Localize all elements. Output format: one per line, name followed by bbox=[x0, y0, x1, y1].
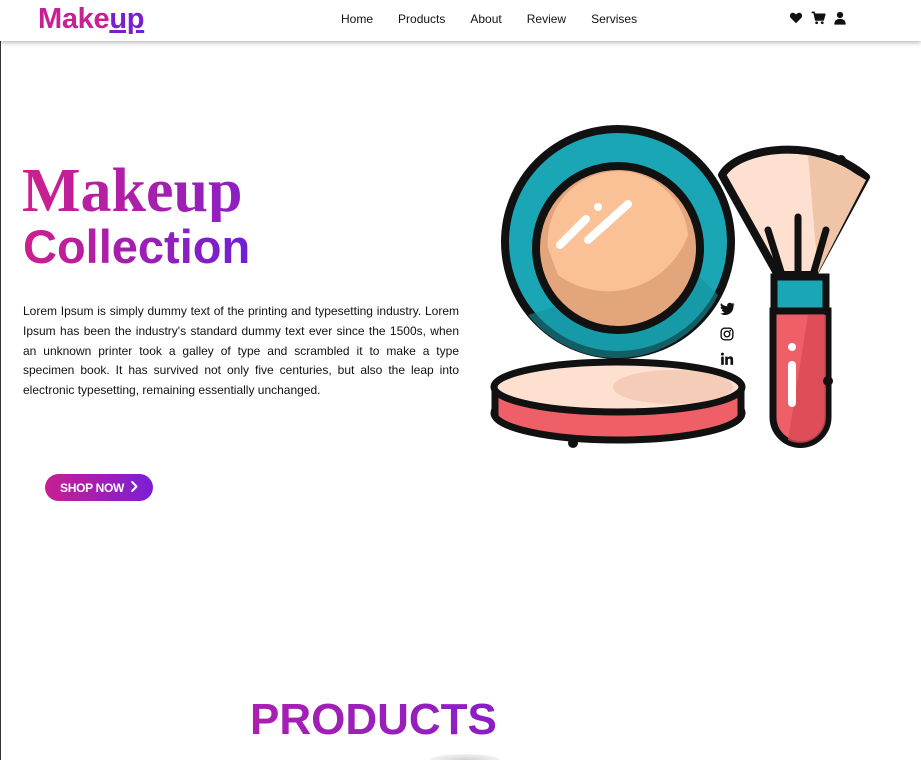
user-icon[interactable] bbox=[834, 11, 846, 25]
header-icons bbox=[789, 11, 846, 25]
chevron-right-icon bbox=[131, 480, 138, 495]
hero-title: Makeup bbox=[22, 157, 243, 225]
shop-now-button[interactable]: SHOP NOW bbox=[45, 474, 153, 501]
hero-description: Lorem Ipsum is simply dummy text of the … bbox=[23, 304, 459, 398]
nav-products[interactable]: Products bbox=[398, 12, 445, 26]
products-title: PRODUCTS bbox=[250, 695, 497, 744]
linkedin-icon[interactable] bbox=[720, 352, 735, 367]
cart-icon[interactable] bbox=[811, 11, 826, 25]
social-links bbox=[720, 302, 735, 367]
nav-home[interactable]: Home bbox=[341, 12, 373, 26]
logo[interactable]: Makeup bbox=[38, 3, 144, 36]
instagram-icon[interactable] bbox=[720, 327, 735, 342]
main-nav: Home Products About Review Servises bbox=[341, 12, 662, 26]
site-header: Makeup Home Products About Review Servis… bbox=[0, 0, 921, 41]
shop-now-label: SHOP NOW bbox=[60, 480, 125, 495]
twitter-icon[interactable] bbox=[720, 302, 735, 317]
nav-services[interactable]: Servises bbox=[591, 12, 637, 26]
product-card-shadow bbox=[430, 754, 500, 760]
hero-subtitle: Collection bbox=[23, 220, 251, 273]
nav-review[interactable]: Review bbox=[527, 12, 566, 26]
logo-main-text: Make bbox=[38, 3, 110, 35]
makeup-illustration bbox=[488, 125, 888, 455]
logo-accent-text: up bbox=[109, 3, 145, 35]
heart-icon[interactable] bbox=[789, 11, 803, 25]
nav-about[interactable]: About bbox=[470, 12, 501, 26]
